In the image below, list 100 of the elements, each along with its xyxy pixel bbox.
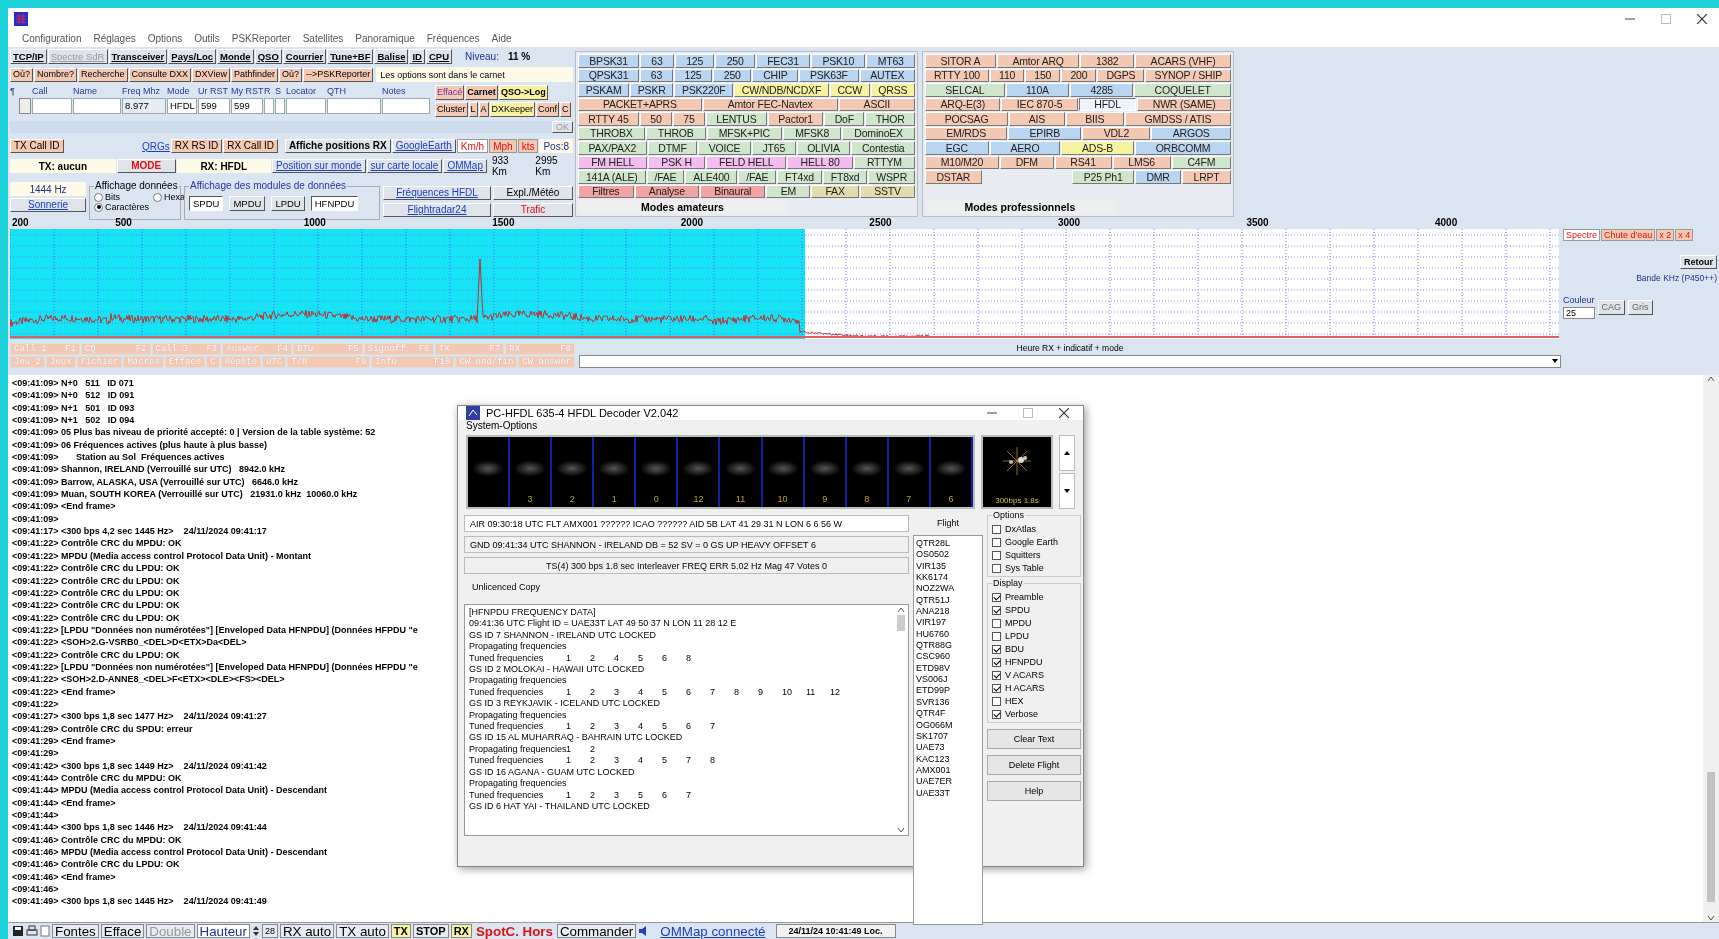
mode-button[interactable]: AIS [1009,112,1065,126]
mode-button[interactable]: 4285 [1070,83,1134,97]
mode-button[interactable]: FM HELL [578,155,648,169]
mode-button[interactable]: FEC31 [755,54,811,68]
mode-button[interactable]: 75 [672,112,705,126]
flight-item[interactable]: AMX001 [916,764,980,777]
checkbox-option[interactable]: LPDU [992,631,1076,641]
link-button[interactable]: Trafic [493,203,573,217]
toolbar-button[interactable]: Balise [374,49,409,64]
mode-button[interactable]: DMR [1135,170,1182,184]
flight-item[interactable]: QTR88G [916,640,980,652]
mode-button[interactable]: LENTUS [705,112,767,126]
log-button[interactable]: L [468,102,478,117]
mode-button[interactable]: POCSAG [925,112,1008,126]
mode-button[interactable]: FT8xd [822,170,868,184]
mode-button[interactable]: EM/RDS [925,126,1008,140]
mode-button[interactable]: ADS-B [1061,141,1134,155]
log-button[interactable]: C [560,102,571,117]
unit-option[interactable]: Km/h [456,139,489,153]
mode-button[interactable]: FAX [811,184,859,198]
checkbox-option[interactable]: SPDU [992,605,1076,615]
mode-button[interactable]: BPSK31 [578,54,640,68]
mode-button[interactable]: CW/NDB/NCDXF [734,83,829,97]
mode-button[interactable]: Filtres [578,184,634,198]
input-field[interactable] [264,97,274,114]
flight-item[interactable]: NOZ2WA [916,583,980,595]
checkbox-option[interactable]: HFNPDU [992,657,1076,667]
input-field[interactable]: HFDL [167,97,197,114]
menu-item[interactable]: Options [147,33,183,44]
log-button[interactable]: Conf [536,102,560,117]
checkbox-option[interactable]: Squitters [992,550,1076,560]
mode-button[interactable]: ARGOS [1151,126,1231,140]
mode-button[interactable]: LRPT [1182,170,1231,184]
mode-button[interactable]: 110 [990,68,1025,82]
flight-item[interactable]: VS006J [916,674,980,686]
log-button[interactable]: DXKeeper [489,102,536,117]
input-field[interactable]: 8.977 [122,97,166,114]
menu-item[interactable]: Réglages [93,33,136,44]
toolbar-button[interactable]: QSO [254,49,282,64]
mode-button[interactable]: RTTY 100 [925,68,989,82]
lookup-button[interactable]: Où? [279,67,302,82]
mode-button[interactable]: Amtor ARQ [996,54,1080,68]
mode-button[interactable]: 125 [674,54,715,68]
ring-button[interactable]: Sonnerie [10,198,86,212]
checkbox-option[interactable]: MPDU [992,618,1076,628]
mode-button[interactable]: PSK10 [811,54,866,68]
flight-item[interactable]: UAE73 [916,742,980,754]
checkbox-option[interactable]: Preamble [992,592,1076,602]
radio-option[interactable]: Bits [94,192,149,202]
rx-call-id-button[interactable]: RX Call ID [223,139,278,153]
menu-item[interactable]: Configuration [22,33,82,44]
checkbox-option[interactable]: V ACARS [992,670,1076,680]
input-field[interactable] [286,97,326,114]
status-button[interactable]: 28 [261,924,278,938]
mode-button[interactable]: DominoEX [842,126,915,140]
flight-item[interactable]: CSC960 [916,651,980,663]
flight-item[interactable]: ANA218 [916,606,980,618]
mode-button[interactable]: COQUELET [1134,83,1231,97]
mode-button[interactable]: 50 [639,112,672,126]
menu-item[interactable]: Satellites [302,33,344,44]
mode-button[interactable]: P25 Ph1 [1072,170,1135,184]
mode-button[interactable]: EM [766,184,811,198]
mode-button[interactable]: 63 [640,68,673,82]
scroll-thumb[interactable] [897,615,905,631]
input-field[interactable] [327,97,381,114]
flight-item[interactable]: QTR28L [916,538,980,550]
mode-button[interactable]: VDL2 [1082,126,1151,140]
mode-button[interactable]: THROB [645,126,706,140]
mode-button[interactable]: SYNOP / SHIP [1145,68,1231,82]
mode-button[interactable]: HFDL [1078,97,1137,111]
mode-button[interactable]: PSKAM [578,83,630,97]
toolbar-button[interactable]: Pays/Loc [168,49,217,64]
log-button[interactable]: A [478,102,489,117]
menu-item[interactable]: Outils [194,33,220,44]
radio-option[interactable]: Hexa [153,192,186,202]
mode-button[interactable]: FELD HELL [705,155,787,169]
mode-button[interactable]: PSK H [648,155,705,169]
flight-item[interactable]: QTR51J [916,594,980,607]
flight-item[interactable]: OG066M [916,719,980,731]
mode-button[interactable]: 250 [715,54,755,68]
mode-button[interactable]: AUTEX [859,68,915,82]
lookup-button[interactable]: Recherche [78,67,128,82]
maximize-icon[interactable] [1661,14,1671,24]
mode-button[interactable]: 63 [640,54,674,68]
mode-button[interactable]: SSTV [859,184,916,198]
mode-button[interactable]: LMS6 [1112,155,1171,169]
module-button[interactable]: LPDU [271,196,305,211]
mode-button[interactable]: /FAE [646,170,685,184]
google-earth-button[interactable]: GoogleEarth [391,139,456,153]
status-button[interactable]: Commander [556,924,637,938]
status-button[interactable]: RX auto [280,924,335,938]
flight-item[interactable]: ETD99P [916,685,980,697]
mode-button[interactable]: RTTY 45 [578,112,639,126]
input-field[interactable] [32,97,72,114]
scrollbar[interactable] [1703,375,1719,922]
save-icon[interactable] [12,925,24,937]
mode-button[interactable]: PSK63F [799,68,859,82]
status-button[interactable]: TX auto [336,924,389,938]
mode-button[interactable]: ACARS (VHF) [1135,54,1232,68]
mode-button[interactable]: DGPS [1097,68,1145,82]
